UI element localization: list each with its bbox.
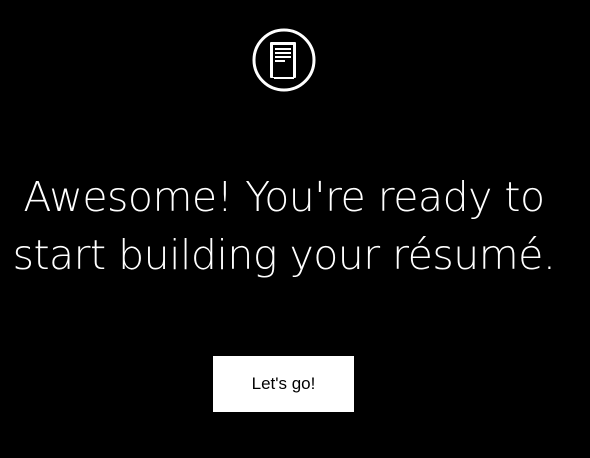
headline: Awesome! You're ready to start building …: [0, 168, 568, 284]
headline-line-1: Awesome! You're ready to: [23, 173, 545, 221]
onboarding-screen: Awesome! You're ready to start building …: [0, 0, 590, 458]
resume-document-icon: [252, 28, 316, 92]
lets-go-button[interactable]: Let's go!: [213, 356, 354, 412]
headline-line-2: start building your résumé.: [12, 231, 556, 279]
